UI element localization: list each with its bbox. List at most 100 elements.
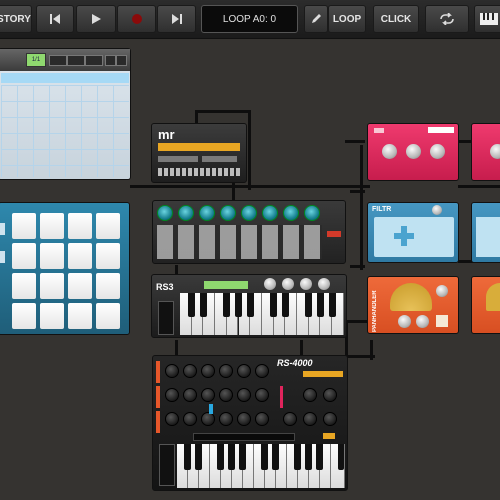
rs4000-pitch-wheel[interactable] [159, 444, 175, 486]
rs4000-display [303, 371, 343, 377]
pad[interactable] [40, 243, 64, 269]
sequencer-button-5[interactable] [116, 55, 127, 66]
mixer-knob[interactable] [262, 205, 278, 221]
rs4000-knob[interactable] [219, 412, 233, 426]
sequencer-led-display: 1/1 [26, 53, 46, 67]
rs4000-knob[interactable] [201, 412, 215, 426]
mr-display [158, 143, 240, 151]
rs4000-mod-strip[interactable] [193, 433, 295, 441]
pink-effect-knob[interactable] [430, 144, 445, 159]
rs4000-knob[interactable] [237, 388, 251, 402]
rewind-button[interactable] [36, 5, 74, 33]
story-button[interactable]: STORY [0, 5, 32, 33]
sequencer-button-1[interactable] [49, 55, 67, 66]
loop-repeat-button[interactable] [425, 5, 469, 33]
rs4000-knob[interactable] [255, 412, 269, 426]
pads-side-button-1[interactable] [0, 223, 5, 235]
rs4000-knob[interactable] [201, 388, 215, 402]
pad[interactable] [96, 243, 120, 269]
mr-slider-1[interactable] [158, 156, 198, 162]
sequencer-grid[interactable] [1, 85, 129, 177]
rs4000-knob[interactable] [183, 364, 197, 378]
mixer-knob[interactable] [199, 205, 215, 221]
mixer-knob[interactable] [283, 205, 299, 221]
pad[interactable] [12, 303, 36, 329]
pad[interactable] [68, 243, 92, 269]
rs4000-knob[interactable] [165, 364, 179, 378]
filter-xy-pad[interactable] [374, 217, 454, 257]
play-button[interactable] [76, 5, 116, 33]
panhandler-button[interactable] [436, 315, 448, 327]
mixer-knob[interactable] [157, 205, 173, 221]
rs4000-knob[interactable] [323, 412, 337, 426]
sequencer-step-row[interactable] [1, 73, 129, 83]
rs3-knob[interactable] [264, 278, 276, 290]
pad[interactable] [12, 243, 36, 269]
rs4000-knob[interactable] [323, 388, 337, 402]
filter-small-knob[interactable] [432, 205, 442, 215]
rs4000-knob[interactable] [201, 364, 215, 378]
pink-effect-knob[interactable] [490, 144, 500, 159]
rs3-knob[interactable] [318, 278, 330, 290]
rs4000-knob[interactable] [219, 388, 233, 402]
click-button[interactable]: CLICK [373, 5, 419, 33]
rs4000-accent-strip [156, 386, 160, 408]
mixer-knob[interactable] [304, 205, 320, 221]
pad[interactable] [68, 303, 92, 329]
filter-effect: FILTR [367, 202, 459, 263]
pad[interactable] [96, 273, 120, 299]
pencil-button[interactable] [304, 5, 328, 33]
mixer-knob[interactable] [241, 205, 257, 221]
rs4000-knob[interactable] [165, 388, 179, 402]
keyboard-button[interactable] [474, 5, 500, 33]
pad[interactable] [68, 213, 92, 239]
filter-effect-2 [471, 202, 500, 263]
loop-repeat-icon [440, 13, 454, 25]
pink-effect-knob[interactable] [406, 144, 421, 159]
sequencer-button-3[interactable] [85, 55, 103, 66]
sequencer-button-4[interactable] [105, 55, 116, 66]
mixer-knob[interactable] [220, 205, 236, 221]
rs4000-knob[interactable] [165, 412, 179, 426]
rs4000-knob[interactable] [303, 388, 317, 402]
mr-slider-2[interactable] [202, 156, 237, 162]
pads-side-button-2[interactable] [0, 251, 5, 263]
rs4000-knob[interactable] [183, 388, 197, 402]
pad[interactable] [68, 273, 92, 299]
click-label: CLICK [380, 13, 412, 25]
pad[interactable] [12, 273, 36, 299]
pink-effect-knob[interactable] [382, 144, 397, 159]
pad[interactable] [40, 303, 64, 329]
rs4000-knob[interactable] [183, 412, 197, 426]
sequencer-button-2[interactable] [67, 55, 85, 66]
rs4000-knob[interactable] [237, 412, 251, 426]
panhandler-knob[interactable] [436, 285, 448, 297]
pad[interactable] [40, 273, 64, 299]
fast-forward-button[interactable] [157, 5, 196, 33]
loop-button[interactable]: LOOP [328, 5, 366, 33]
rs3-knob[interactable] [300, 278, 312, 290]
rs4000-knob[interactable] [283, 412, 297, 426]
filter-xy-pad[interactable] [476, 217, 500, 257]
pad[interactable] [96, 303, 120, 329]
rs4000-orange-button[interactable] [323, 433, 335, 439]
rs4000-knob[interactable] [255, 364, 269, 378]
rs4000-knob[interactable] [237, 364, 251, 378]
mixer-faders[interactable] [157, 225, 322, 259]
rs4000-knob[interactable] [219, 364, 233, 378]
rs4000-knob[interactable] [303, 412, 317, 426]
mixer-knob[interactable] [178, 205, 194, 221]
rs3-knob[interactable] [282, 278, 294, 290]
mr-step-buttons[interactable] [158, 168, 240, 176]
rs3-pitch-wheel[interactable] [158, 301, 174, 335]
pad[interactable] [12, 213, 36, 239]
record-button[interactable] [117, 5, 156, 33]
panhandler-knob[interactable] [398, 315, 411, 328]
panhandler-knob[interactable] [416, 315, 429, 328]
rs4000-knob[interactable] [255, 388, 269, 402]
mr-title: mr [158, 127, 175, 142]
rs4000-keyboard[interactable] [177, 444, 345, 488]
pad[interactable] [96, 213, 120, 239]
pad[interactable] [40, 213, 64, 239]
rs3-keyboard[interactable] [180, 293, 344, 335]
